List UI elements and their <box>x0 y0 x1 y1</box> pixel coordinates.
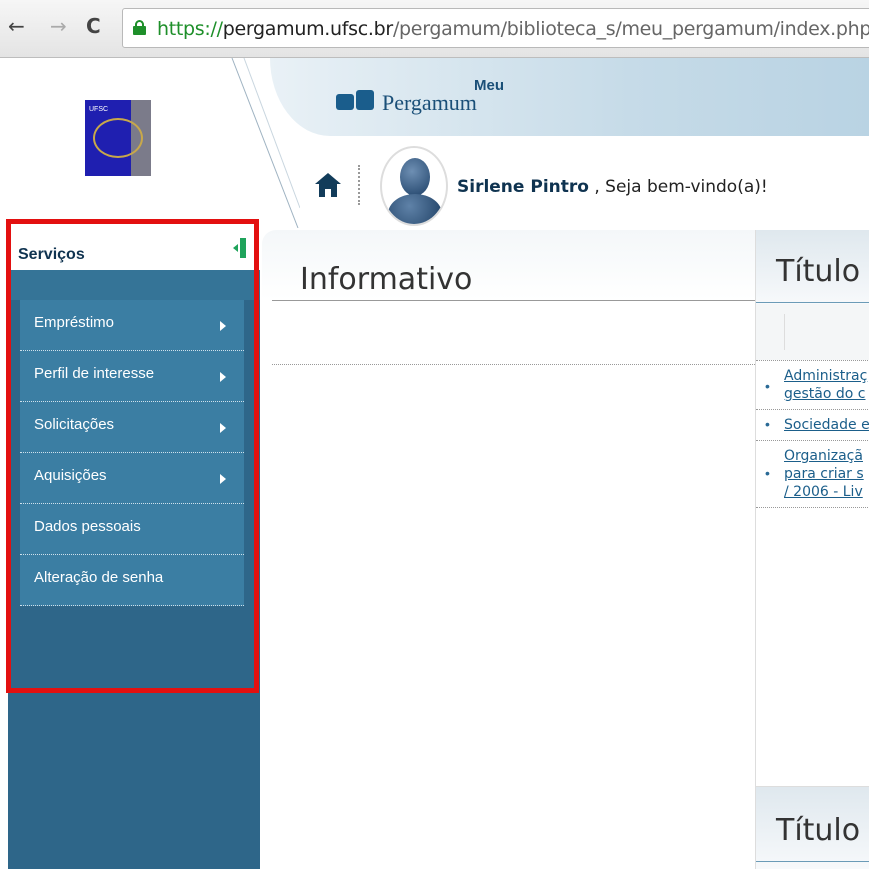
title-link[interactable]: Organizaçã <box>784 447 869 465</box>
bullet: • <box>765 416 770 432</box>
logo-text: UFSC <box>89 106 109 113</box>
chevron-right-icon <box>220 423 226 433</box>
browser-toolbar: ← → C https://pergamum.ufsc.br/pergamum/… <box>0 0 869 58</box>
welcome-message: Sirlene Pintro , Seja bem-vindo(a)! <box>457 177 768 197</box>
titulo-list: • Administraç gestão do c • Sociedade e … <box>756 360 869 508</box>
back-arrow-icon[interactable]: ← <box>8 16 25 36</box>
title-link[interactable]: / 2006 - Liv <box>784 483 869 501</box>
chevron-right-icon <box>220 372 226 382</box>
menu-item-aquisicoes[interactable]: Aquisições <box>20 453 244 504</box>
home-icon[interactable] <box>315 173 341 197</box>
list-item[interactable]: • Organizaçã para criar s / 2006 - Liv <box>756 440 869 507</box>
page-header: UFSC Meu Pergamum Sirlene Pintro , Seja … <box>0 58 869 228</box>
collapse-arrow-icon[interactable] <box>233 244 238 252</box>
url-scheme: https:// <box>157 18 223 40</box>
url-text[interactable]: https://pergamum.ufsc.br/pergamum/biblio… <box>157 18 869 40</box>
user-avatar-icon <box>380 146 448 226</box>
collapse-handle[interactable] <box>240 238 246 258</box>
menu-item-alteracao-de-senha[interactable]: Alteração de senha <box>20 555 244 606</box>
brand-meu: Meu <box>474 77 504 94</box>
title-link[interactable]: Administraç <box>784 367 869 385</box>
bullet: • <box>765 378 770 394</box>
title-rule <box>756 861 869 862</box>
panel-header: Título <box>756 230 869 304</box>
divider <box>756 507 869 508</box>
menu-item-label: Perfil de interesse <box>34 365 155 382</box>
brand-name: Pergamum <box>382 90 477 115</box>
welcome-suffix: , Seja bem-vindo(a)! <box>594 177 768 197</box>
title-link[interactable]: para criar s <box>784 465 869 483</box>
titulo-toolbar <box>756 304 869 360</box>
menu-item-dados-pessoais[interactable]: Dados pessoais <box>20 504 244 555</box>
title-rule <box>272 300 757 301</box>
titulo-title: Título <box>776 254 861 289</box>
user-bar: Sirlene Pintro , Seja bem-vindo(a)! <box>295 140 869 228</box>
ufsc-logo[interactable]: UFSC <box>85 100 151 176</box>
pergamum-icon <box>336 90 376 114</box>
sidebar-header: Serviços <box>8 230 260 270</box>
informativo-title: Informativo <box>300 262 473 297</box>
services-sidebar: Serviços Empréstimo Perfil de interesse … <box>8 230 260 869</box>
panel-header: Informativo <box>262 230 757 300</box>
services-menu: Empréstimo Perfil de interesse Solicitaç… <box>20 300 244 606</box>
title-link[interactable]: Sociedade e <box>784 416 869 434</box>
divider <box>272 364 757 365</box>
logo-area: UFSC <box>0 58 240 228</box>
titulo-panel: Título • Administraç gestão do c • Socie… <box>755 230 869 869</box>
bullet: • <box>765 465 770 481</box>
url-path: /pergamum/biblioteca_s/meu_pergamum/inde… <box>392 18 869 40</box>
chevron-right-icon <box>220 321 226 331</box>
sidebar-title: Serviços <box>18 246 85 263</box>
menu-item-label: Aquisições <box>34 467 107 484</box>
titulo2-title: Título <box>776 813 861 848</box>
menu-item-label: Dados pessoais <box>34 518 141 535</box>
list-item[interactable]: • Sociedade e <box>756 409 869 440</box>
menu-item-label: Empréstimo <box>34 314 115 331</box>
title-rule <box>756 302 869 303</box>
chevron-right-icon <box>220 474 226 484</box>
panel-header: Título <box>756 786 869 869</box>
user-name: Sirlene Pintro <box>457 177 589 197</box>
menu-item-label: Alteração de senha <box>34 569 164 586</box>
url-host: pergamum.ufsc.br <box>222 18 394 40</box>
title-link[interactable]: gestão do c <box>784 385 869 403</box>
address-bar[interactable]: https://pergamum.ufsc.br/pergamum/biblio… <box>122 8 869 48</box>
reload-icon[interactable]: C <box>86 16 101 36</box>
list-item[interactable]: • Administraç gestão do c <box>756 360 869 409</box>
divider <box>358 165 360 205</box>
menu-item-perfil-de-interesse[interactable]: Perfil de interesse <box>20 351 244 402</box>
menu-item-emprestimo[interactable]: Empréstimo <box>20 300 244 351</box>
forward-arrow-icon[interactable]: → <box>50 16 67 36</box>
menu-item-solicitacoes[interactable]: Solicitações <box>20 402 244 453</box>
menu-item-label: Solicitações <box>34 416 115 433</box>
lock-icon <box>133 20 146 35</box>
informativo-panel: Informativo <box>262 230 757 869</box>
sidebar-band <box>8 270 260 300</box>
